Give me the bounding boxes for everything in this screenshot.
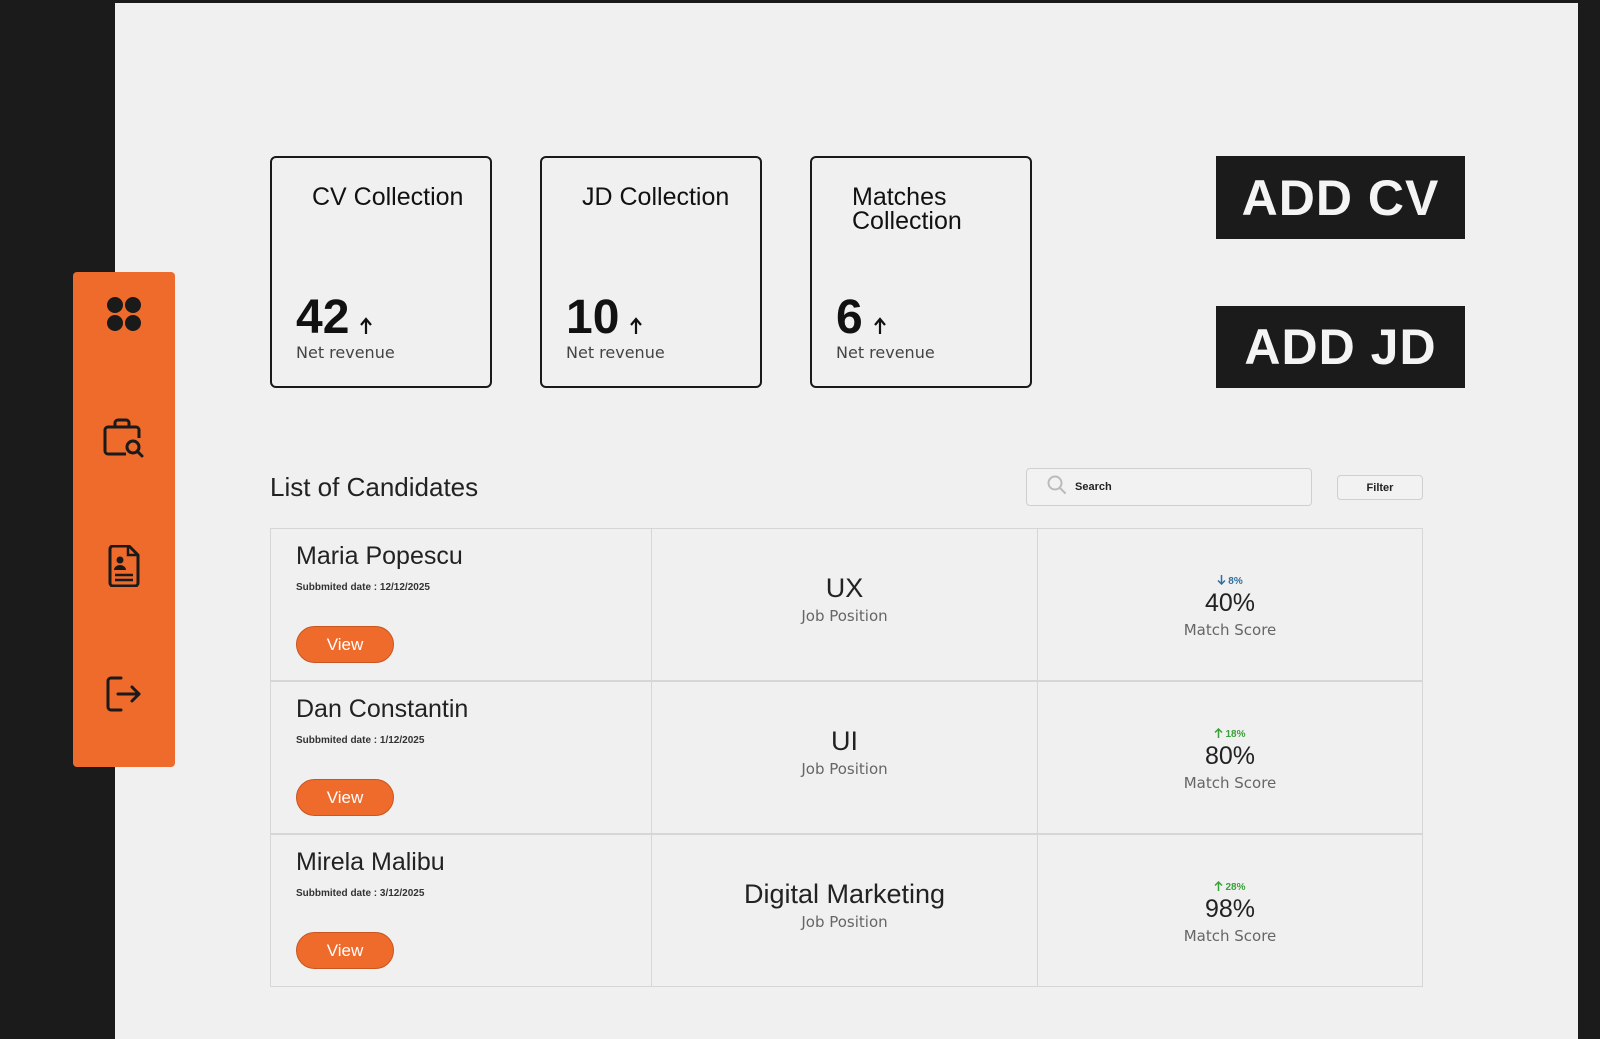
- arrow-up-icon: [1214, 727, 1224, 741]
- score-cell: 18% 80% Match Score: [1038, 682, 1422, 833]
- stat-card-jd: JD Collection 10 Net revenue: [540, 156, 762, 388]
- score-cell: 28% 98% Match Score: [1038, 835, 1422, 986]
- job-position-label: Job Position: [801, 913, 888, 931]
- stat-card-subtitle: Net revenue: [296, 343, 395, 362]
- match-score-value: 98%: [1204, 895, 1256, 923]
- score-cell: 8% 40% Match Score: [1038, 529, 1422, 680]
- job-position-value: Digital Marketing: [743, 879, 946, 909]
- view-button[interactable]: View: [296, 779, 394, 816]
- candidate-name: Dan Constantin: [296, 695, 469, 723]
- position-cell: Digital Marketing Job Position: [652, 835, 1038, 986]
- arrow-up-icon: [359, 295, 373, 345]
- stat-card-value: 42: [296, 291, 373, 345]
- stat-card-subtitle: Net revenue: [836, 343, 935, 362]
- view-button[interactable]: View: [296, 932, 394, 969]
- sidebar-item-jobs[interactable]: [73, 407, 175, 471]
- match-score-value: 40%: [1204, 589, 1256, 617]
- dashboard-icon: [106, 296, 142, 332]
- sidebar: [73, 272, 175, 767]
- job-position-value: UI: [831, 726, 858, 756]
- job-position-label: Job Position: [801, 760, 888, 778]
- logout-icon: [105, 676, 143, 712]
- stat-card-title: JD Collection: [582, 183, 730, 211]
- search-input[interactable]: [1075, 481, 1295, 493]
- stat-card-value: 6: [836, 291, 887, 345]
- sidebar-item-cvs[interactable]: [73, 534, 175, 598]
- stat-card-title: CV Collection: [312, 183, 464, 211]
- view-button[interactable]: View: [296, 626, 394, 663]
- match-score-value: 80%: [1204, 742, 1256, 770]
- arrow-up-icon: [873, 295, 887, 345]
- position-cell: UI Job Position: [652, 682, 1038, 833]
- submitted-date: Subbmited date : 1/12/2025: [296, 735, 425, 746]
- job-search-icon: [102, 418, 146, 460]
- position-cell: UX Job Position: [652, 529, 1038, 680]
- search-icon: [1027, 475, 1067, 500]
- filter-button[interactable]: Filter: [1337, 475, 1423, 500]
- cv-document-icon: [107, 545, 141, 587]
- candidate-cell: Dan Constantin Subbmited date : 1/12/202…: [271, 682, 652, 833]
- sidebar-item-logout[interactable]: [73, 662, 175, 726]
- match-score-label: Match Score: [1183, 774, 1277, 792]
- table-row: Dan Constantin Subbmited date : 1/12/202…: [270, 681, 1423, 834]
- candidate-cell: Mirela Malibu Subbmited date : 3/12/2025…: [271, 835, 652, 986]
- list-title: List of Candidates: [270, 472, 479, 502]
- stat-card-cv: CV Collection 42 Net revenue: [270, 156, 492, 388]
- match-score-label: Match Score: [1183, 927, 1277, 945]
- stat-card-matches: Matches Collection 6 Net revenue: [810, 156, 1032, 388]
- candidate-cell: Maria Popescu Subbmited date : 12/12/202…: [271, 529, 652, 680]
- add-cv-button[interactable]: ADD CV: [1216, 156, 1465, 239]
- arrow-down-icon: [1217, 575, 1226, 588]
- job-position-label: Job Position: [801, 607, 888, 625]
- score-delta: 8%: [1217, 575, 1243, 588]
- stat-card-value: 10: [566, 291, 643, 345]
- submitted-date: Subbmited date : 12/12/2025: [296, 582, 430, 593]
- candidate-name: Maria Popescu: [296, 542, 463, 570]
- stat-card-subtitle: Net revenue: [566, 343, 665, 362]
- job-position-value: UX: [825, 573, 864, 603]
- add-jd-button[interactable]: ADD JD: [1216, 306, 1465, 388]
- table-row: Maria Popescu Subbmited date : 12/12/202…: [270, 528, 1423, 681]
- search-box: [1026, 468, 1312, 506]
- match-score-label: Match Score: [1183, 621, 1277, 639]
- stat-card-title: Matches Collection: [852, 183, 962, 235]
- arrow-up-icon: [629, 295, 643, 345]
- arrow-up-icon: [1214, 880, 1224, 894]
- candidate-name: Mirela Malibu: [296, 848, 445, 876]
- score-delta: 18%: [1214, 727, 1246, 741]
- sidebar-item-dashboard[interactable]: [73, 282, 175, 346]
- score-delta: 28%: [1214, 880, 1246, 894]
- submitted-date: Subbmited date : 3/12/2025: [296, 888, 425, 899]
- table-row: Mirela Malibu Subbmited date : 3/12/2025…: [270, 834, 1423, 987]
